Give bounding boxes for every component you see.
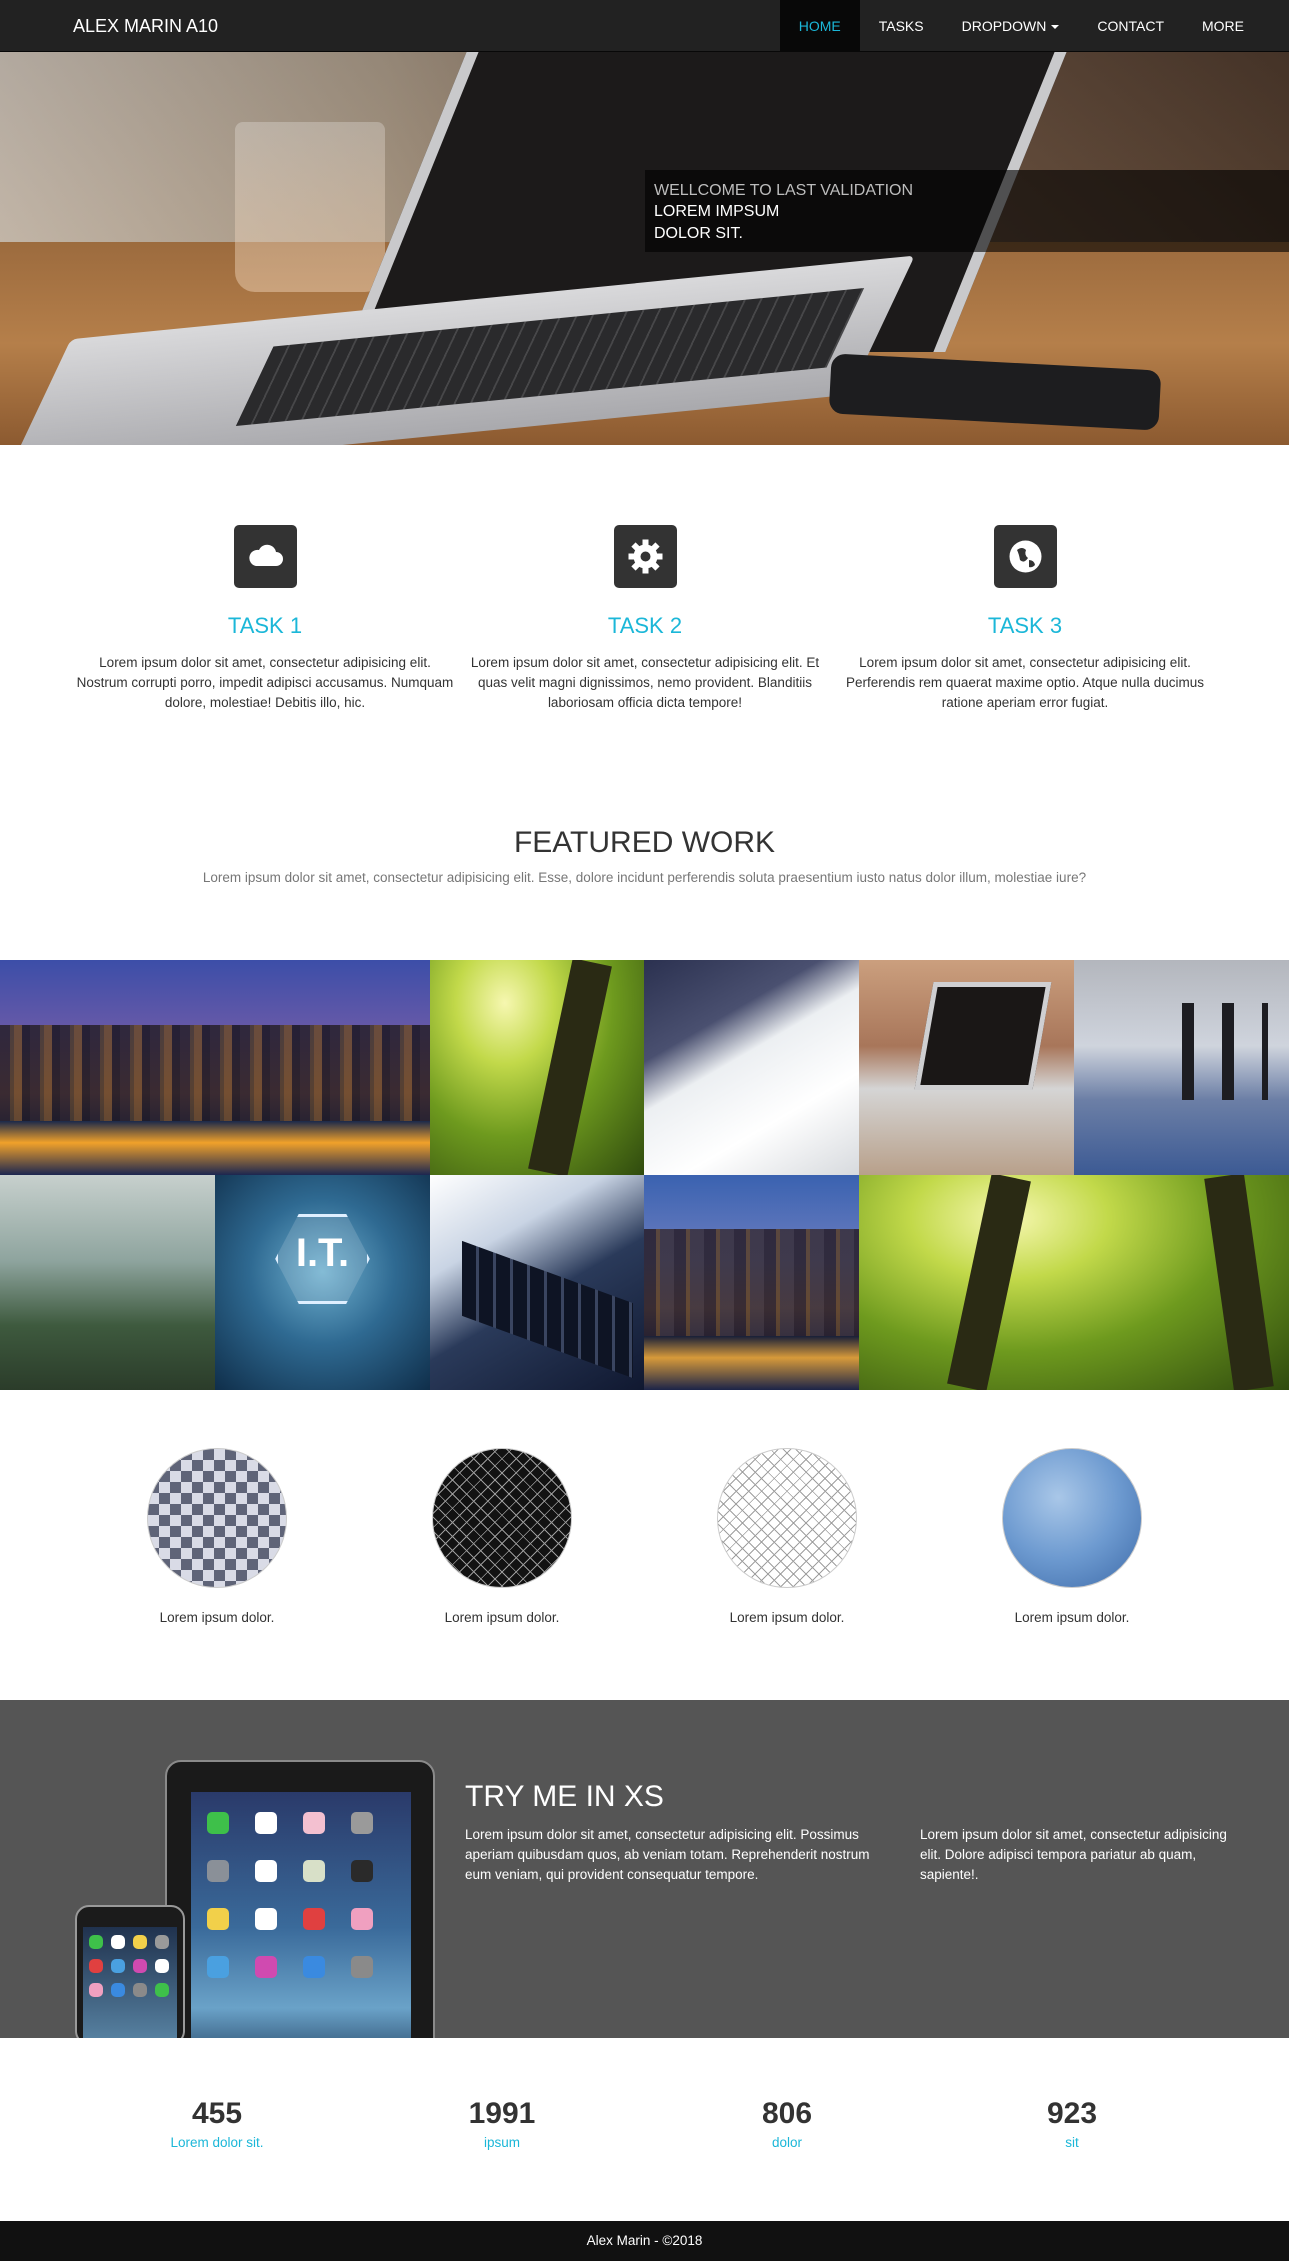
circle-image[interactable] bbox=[1002, 1448, 1142, 1588]
tryme-text-1: Lorem ipsum dolor sit amet, consectetur … bbox=[465, 1827, 870, 1882]
task-title: TASK 1 bbox=[227, 613, 303, 638]
circle-image[interactable] bbox=[717, 1448, 857, 1588]
hero-glass-image bbox=[235, 122, 385, 292]
counter-value: 455 bbox=[191, 2097, 243, 2130]
counter-label: sit bbox=[1065, 2135, 1079, 2150]
gallery-image-city-small[interactable] bbox=[644, 1175, 859, 1390]
hero-caption: WELLCOME TO LAST VALIDATION LOREM IMPSUM… bbox=[645, 170, 1289, 252]
nav-item-home[interactable]: HOME bbox=[779, 0, 860, 52]
counter-value: 1991 bbox=[468, 2097, 536, 2130]
brand-link[interactable]: ALEX MARIN A10 bbox=[73, 0, 218, 52]
tryme-text-2: Lorem ipsum dolor sit amet, consectetur … bbox=[920, 1827, 1227, 1882]
circle-image[interactable] bbox=[147, 1448, 287, 1588]
nav-item-contact[interactable]: CONTACT bbox=[1078, 0, 1183, 52]
task-card-1: TASK 1 Lorem ipsum dolor sit amet, conse… bbox=[75, 525, 455, 713]
counter-1: 455 Lorem dolor sit. bbox=[97, 2097, 337, 2150]
nav-item-tasks[interactable]: TASKS bbox=[860, 0, 943, 52]
gallery-image-forest-wide[interactable] bbox=[859, 1175, 1289, 1390]
task-text: Lorem ipsum dolor sit amet, consectetur … bbox=[470, 655, 820, 710]
circle-label: Lorem ipsum dolor. bbox=[1014, 1610, 1130, 1625]
circle-label: Lorem ipsum dolor. bbox=[444, 1610, 560, 1625]
gallery-image-it[interactable]: I.T. bbox=[215, 1175, 430, 1390]
footer: Alex Marin - ©2018 bbox=[0, 2221, 1289, 2261]
circle-item-1: Lorem ipsum dolor. bbox=[127, 1448, 307, 1625]
globe-icon bbox=[993, 525, 1057, 588]
circle-item-3: Lorem ipsum dolor. bbox=[697, 1448, 877, 1625]
circle-image[interactable] bbox=[432, 1448, 572, 1588]
counter-4: 923 sit bbox=[952, 2097, 1192, 2150]
featured-title: FEATURED WORK bbox=[513, 826, 776, 859]
hero-caption-small: WELLCOME TO LAST VALIDATION bbox=[654, 182, 914, 199]
task-text: Lorem ipsum dolor sit amet, consectetur … bbox=[76, 655, 454, 710]
counter-label: Lorem dolor sit. bbox=[170, 2135, 264, 2150]
task-title: TASK 2 bbox=[607, 613, 683, 638]
gear-icon bbox=[613, 525, 677, 588]
nav-menu: HOME TASKS DROPDOWN CONTACT MORE bbox=[779, 0, 1263, 52]
footer-text: Alex Marin - ©2018 bbox=[586, 2233, 703, 2248]
counter-label: ipsum bbox=[483, 2135, 520, 2150]
nav-item-dropdown[interactable]: DROPDOWN bbox=[943, 0, 1079, 52]
tryme-section: TRY ME IN XS Lorem ipsum dolor sit amet,… bbox=[0, 1700, 1289, 2038]
nav-item-more[interactable]: MORE bbox=[1183, 0, 1263, 52]
ipad-screen bbox=[191, 1792, 411, 2038]
circle-label: Lorem ipsum dolor. bbox=[159, 1610, 275, 1625]
circle-item-4: Lorem ipsum dolor. bbox=[982, 1448, 1162, 1625]
gallery-image-river[interactable] bbox=[0, 1175, 215, 1390]
iphone-screen bbox=[83, 1927, 177, 2038]
gallery-image-office[interactable] bbox=[1074, 960, 1289, 1175]
hero-caption-line2: DOLOR SIT. bbox=[654, 225, 743, 242]
hero-caption-line1: LOREM IMPSUM bbox=[654, 203, 780, 220]
counter-value: 806 bbox=[761, 2097, 813, 2130]
navbar: ALEX MARIN A10 HOME TASKS DROPDOWN CONTA… bbox=[0, 0, 1289, 52]
nav-item-dropdown-label: DROPDOWN bbox=[961, 18, 1047, 34]
circle-item-2: Lorem ipsum dolor. bbox=[412, 1448, 592, 1625]
featured-subtitle: Lorem ipsum dolor sit amet, consectetur … bbox=[202, 870, 1087, 885]
circle-label: Lorem ipsum dolor. bbox=[729, 1610, 845, 1625]
counter-value: 923 bbox=[1046, 2097, 1098, 2130]
counter-2: 1991 ipsum bbox=[382, 2097, 622, 2150]
caret-down-icon bbox=[1051, 25, 1060, 30]
featured-gallery: I.T. bbox=[0, 960, 1289, 1390]
cloud-icon bbox=[233, 525, 297, 588]
gallery-image-forest[interactable] bbox=[430, 960, 644, 1175]
task-text: Lorem ipsum dolor sit amet, consectetur … bbox=[846, 655, 1204, 710]
iphone-image bbox=[75, 1905, 185, 2038]
gallery-image-laptop[interactable] bbox=[859, 960, 1074, 1175]
counter-3: 806 dolor bbox=[667, 2097, 907, 2150]
task-title: TASK 3 bbox=[987, 613, 1063, 638]
ipad-image bbox=[165, 1760, 435, 2038]
task-card-3: TASK 3 Lorem ipsum dolor sit amet, conse… bbox=[835, 525, 1215, 713]
gallery-image-city[interactable] bbox=[0, 960, 430, 1175]
gallery-image-meeting[interactable] bbox=[644, 960, 859, 1175]
counter-label: dolor bbox=[771, 2135, 803, 2150]
tryme-title: TRY ME IN XS bbox=[465, 1780, 664, 1813]
hero-carousel: WELLCOME TO LAST VALIDATION LOREM IMPSUM… bbox=[0, 52, 1289, 445]
task-card-2: TASK 2 Lorem ipsum dolor sit amet, conse… bbox=[455, 525, 835, 713]
gallery-it-text: I.T. bbox=[295, 1230, 350, 1275]
gallery-image-keyboard[interactable] bbox=[430, 1175, 644, 1390]
